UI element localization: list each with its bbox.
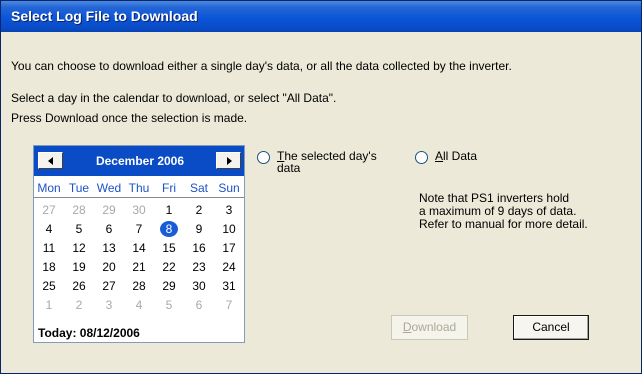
calendar-day[interactable]: 9 — [184, 220, 214, 239]
calendar-day[interactable]: 6 — [184, 296, 214, 315]
calendar-day[interactable]: 12 — [64, 239, 94, 258]
today-label[interactable]: Today: 08/12/2006 — [38, 326, 140, 340]
radio-button-icon[interactable] — [415, 151, 428, 164]
calendar-day-grid: 27 28 29 30 1 2 3 4 5 6 7 8 9 10 11 12 13 14 15 16 17 18 19 20 2… — [34, 201, 244, 315]
cancel-button[interactable]: Cancel — [513, 315, 589, 340]
calendar-month-label[interactable]: December 2006 — [70, 154, 210, 168]
all-data-radio[interactable]: All Data — [415, 149, 505, 169]
calendar-day[interactable]: 1 — [34, 296, 64, 315]
calendar-day[interactable]: 1 — [154, 201, 184, 220]
calendar-day[interactable]: 11 — [34, 239, 64, 258]
calendar-day[interactable]: 2 — [184, 201, 214, 220]
calendar-day[interactable]: 7 — [214, 296, 244, 315]
calendar-day[interactable]: 16 — [184, 239, 214, 258]
calendar-week-row: 1234567 — [34, 296, 244, 315]
instruction-text: Select a day in the calendar to download… — [11, 91, 337, 105]
weekday-label: Wed — [96, 181, 122, 195]
dialog-title: Select Log File to Download — [11, 8, 198, 24]
download-button[interactable]: Download — [391, 315, 468, 340]
calendar-week-row: 4 5 6 7 8 9 10 — [34, 220, 244, 239]
calendar-day[interactable]: 28 — [64, 201, 94, 220]
all-data-radio-label: All Data — [435, 149, 478, 163]
calendar-day[interactable]: 4 — [124, 296, 154, 315]
calendar-day[interactable]: 31 — [214, 277, 244, 296]
calendar-day[interactable]: 24 — [214, 258, 244, 277]
radio-button-icon[interactable] — [257, 151, 270, 164]
weekday-label: Sat — [189, 181, 208, 195]
calendar-day[interactable]: 28 — [124, 277, 154, 296]
inverter-note: Note that PS1 inverters hold a maximum o… — [419, 192, 588, 231]
calendar-day[interactable]: 17 — [214, 239, 244, 258]
calendar-day[interactable]: 22 — [154, 258, 184, 277]
calendar-week-row: 11 12 13 14 15 16 17 — [34, 239, 244, 258]
weekday-label: Fri — [162, 181, 176, 195]
calendar-day[interactable]: 4 — [34, 220, 64, 239]
next-month-button[interactable] — [216, 152, 241, 169]
title-bar[interactable]: Select Log File to Download — [1, 1, 641, 32]
weekday-label: Tue — [68, 181, 90, 195]
calendar-day[interactable]: 13 — [94, 239, 124, 258]
calendar-day[interactable]: 15 — [154, 239, 184, 258]
calendar-day[interactable]: 3 — [94, 296, 124, 315]
calendar-day[interactable]: 26 — [64, 277, 94, 296]
instruction-text: You can choose to download either a sing… — [11, 59, 512, 73]
calendar-day[interactable]: 6 — [94, 220, 124, 239]
calendar-day[interactable]: 7 — [124, 220, 154, 239]
weekday-header-row: Mon Tue Wed Thu Fri Sat Sun — [34, 181, 244, 198]
calendar-day[interactable]: 23 — [184, 258, 214, 277]
instruction-text: Press Download once the selection is mad… — [11, 111, 248, 125]
calendar-week-row: 18 19 20 21 22 23 24 — [34, 258, 244, 277]
month-calendar: December 2006 Mon Tue Wed Thu Fri Sat Su… — [33, 145, 245, 343]
weekday-label: Mon — [37, 181, 61, 195]
weekday-label: Thu — [128, 181, 150, 195]
calendar-day[interactable]: 3 — [214, 201, 244, 220]
calendar-day[interactable]: 27 — [94, 277, 124, 296]
calendar-day[interactable]: 19 — [64, 258, 94, 277]
calendar-day-selected[interactable]: 8 — [154, 220, 184, 239]
selected-day-radio-label: The selected day's data — [277, 149, 377, 175]
download-dialog: Select Log File to Download You can choo… — [0, 0, 642, 374]
calendar-day[interactable]: 14 — [124, 239, 154, 258]
calendar-header: December 2006 — [34, 146, 244, 176]
calendar-day[interactable]: 5 — [64, 220, 94, 239]
calendar-day[interactable]: 25 — [34, 277, 64, 296]
calendar-day[interactable]: 18 — [34, 258, 64, 277]
calendar-day[interactable]: 30 — [124, 201, 154, 220]
calendar-week-row: 27 28 29 30 1 2 3 — [34, 201, 244, 220]
previous-month-button[interactable] — [38, 152, 63, 169]
calendar-day[interactable]: 2 — [64, 296, 94, 315]
calendar-day[interactable]: 30 — [184, 277, 214, 296]
calendar-day[interactable]: 10 — [214, 220, 244, 239]
calendar-week-row: 25 26 27 28 29 30 31 — [34, 277, 244, 296]
calendar-day[interactable]: 27 — [34, 201, 64, 220]
calendar-day[interactable]: 20 — [94, 258, 124, 277]
weekday-label: Sun — [218, 181, 240, 195]
calendar-day[interactable]: 5 — [154, 296, 184, 315]
calendar-day[interactable]: 21 — [124, 258, 154, 277]
selected-day-radio[interactable]: The selected day's data — [257, 149, 397, 181]
left-arrow-icon — [48, 157, 53, 165]
note-line: Refer to manual for more detail. — [419, 217, 588, 231]
calendar-day[interactable]: 29 — [94, 201, 124, 220]
calendar-day[interactable]: 29 — [154, 277, 184, 296]
right-arrow-icon — [227, 157, 232, 165]
